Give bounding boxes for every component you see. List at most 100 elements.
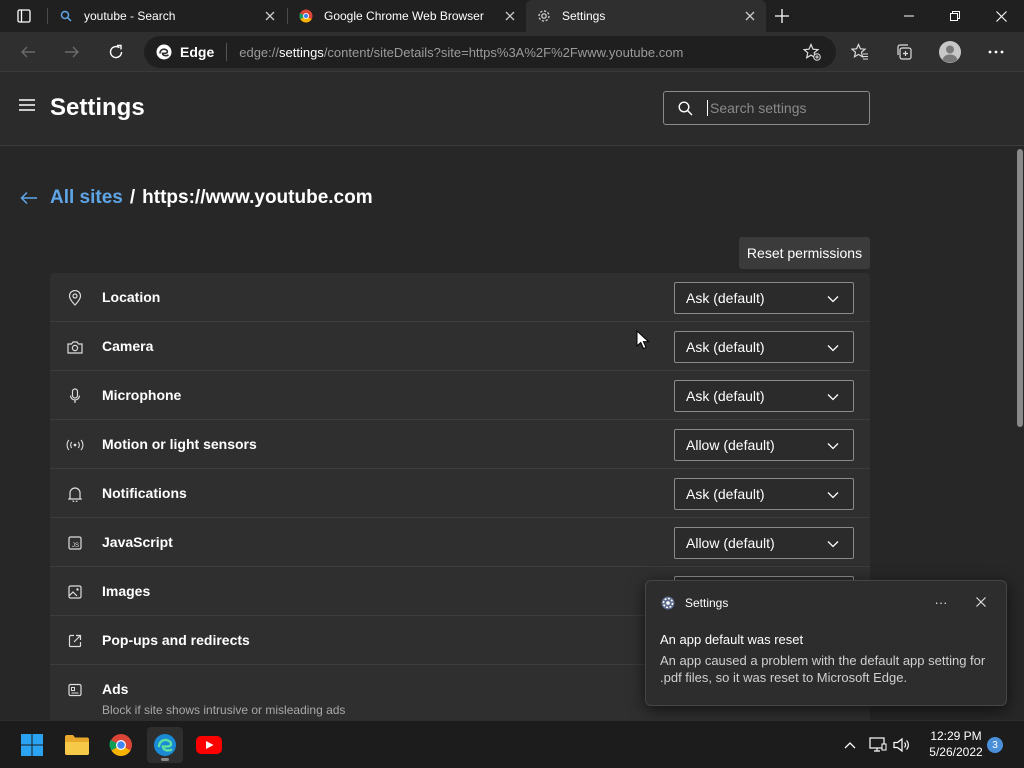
tab-youtube-search[interactable]: youtube - Search	[48, 0, 286, 32]
edge-label: Edge	[180, 44, 215, 60]
scrollbar[interactable]	[1015, 147, 1024, 720]
permission-label: Motion or light sensors	[102, 436, 257, 452]
notifications-permission-dropdown[interactable]: Ask (default)	[674, 478, 854, 510]
svg-text:JS: JS	[72, 543, 79, 549]
forward-button[interactable]	[58, 38, 86, 66]
taskbar-edge[interactable]	[147, 727, 183, 763]
more-menu-button[interactable]	[982, 38, 1010, 66]
arrow-right-icon	[65, 46, 79, 58]
menu-button[interactable]	[18, 98, 38, 118]
url-path: /content/siteDetails?site=https%3A%2F%2F…	[323, 44, 684, 60]
permission-description: Block if site shows intrusive or mislead…	[102, 703, 346, 717]
taskbar: 12:29 PM 5/26/2022 3	[0, 720, 1024, 768]
restore-button[interactable]	[932, 0, 978, 32]
tab-settings[interactable]: Settings	[526, 0, 766, 32]
taskbar-chrome[interactable]	[103, 727, 139, 763]
windows-logo-icon	[21, 734, 43, 756]
mouse-cursor-icon	[636, 330, 650, 350]
ads-icon	[66, 681, 84, 699]
breadcrumb-separator: /	[129, 187, 136, 208]
permission-label: Camera	[102, 338, 154, 354]
taskbar-youtube[interactable]	[191, 727, 227, 763]
tab-title: Google Chrome Web Browser	[324, 9, 484, 23]
microphone-icon	[66, 387, 84, 405]
network-status-button[interactable]	[868, 735, 888, 755]
url-host: settings	[279, 44, 324, 60]
back-button[interactable]	[14, 38, 42, 66]
notification-count-badge[interactable]: 3	[987, 737, 1003, 753]
add-favorite-button[interactable]	[798, 38, 826, 66]
image-icon	[66, 583, 84, 601]
chevron-up-icon	[844, 742, 856, 749]
location-pin-icon	[66, 289, 84, 307]
toast-app-name: Settings	[685, 596, 729, 610]
search-icon	[58, 8, 74, 24]
permission-label: Location	[102, 289, 161, 305]
arrow-left-icon	[21, 46, 35, 58]
permission-row-camera: Camera Ask (default)	[50, 322, 870, 371]
start-button[interactable]	[14, 727, 50, 763]
chevron-down-icon	[827, 541, 839, 548]
permission-label: Ads	[102, 681, 129, 697]
tab-google-chrome[interactable]: Google Chrome Web Browser	[288, 0, 526, 32]
javascript-icon: JS	[66, 534, 84, 552]
plus-icon	[775, 9, 789, 23]
dropdown-value: Ask (default)	[686, 486, 765, 502]
breadcrumb-current: https://www.youtube.com	[142, 187, 373, 208]
gear-icon	[536, 8, 552, 24]
taskbar-file-explorer[interactable]	[59, 727, 95, 763]
camera-permission-dropdown[interactable]: Ask (default)	[674, 331, 854, 363]
motion-sensors-permission-dropdown[interactable]: Allow (default)	[674, 429, 854, 461]
all-sites-link[interactable]: All sites	[50, 187, 123, 209]
microphone-permission-dropdown[interactable]: Ask (default)	[674, 380, 854, 412]
refresh-icon	[109, 44, 123, 59]
popup-icon	[66, 632, 84, 650]
show-hidden-icons-button[interactable]	[840, 735, 860, 755]
chevron-down-icon	[827, 345, 839, 352]
javascript-permission-dropdown[interactable]: Allow (default)	[674, 527, 854, 559]
scrollbar-thumb[interactable]	[1017, 149, 1023, 427]
back-arrow-button[interactable]	[18, 187, 40, 209]
close-icon	[995, 10, 1007, 22]
toast-notification[interactable]: Settings ··· An app default was reset An…	[645, 580, 1007, 706]
toast-more-button[interactable]: ···	[932, 593, 950, 611]
close-window-button[interactable]	[978, 0, 1024, 32]
permission-label: JavaScript	[102, 534, 173, 550]
profile-button[interactable]	[936, 38, 964, 66]
tab-actions-icon	[17, 9, 31, 23]
toast-body: An app caused a problem with the default…	[660, 653, 986, 685]
search-input[interactable]	[707, 100, 857, 116]
tab-strip: youtube - Search Google Chrome Web Brows…	[0, 0, 1024, 32]
taskbar-clock[interactable]: 12:29 PM 5/26/2022	[920, 728, 992, 760]
bell-icon	[66, 485, 84, 503]
chevron-down-icon	[827, 296, 839, 303]
permission-label: Microphone	[102, 387, 182, 403]
gear-icon	[661, 596, 675, 610]
location-permission-dropdown[interactable]: Ask (default)	[674, 282, 854, 314]
star-add-icon	[803, 43, 821, 61]
toast-close-button[interactable]	[972, 593, 990, 611]
chevron-down-icon	[827, 394, 839, 401]
folder-icon	[65, 735, 89, 755]
close-tab-icon[interactable]	[262, 8, 278, 24]
clock-date: 5/26/2022	[929, 745, 983, 759]
close-tab-icon[interactable]	[742, 8, 758, 24]
new-tab-button[interactable]	[770, 4, 794, 28]
reset-permissions-button[interactable]: Reset permissions	[739, 237, 870, 269]
restore-icon	[950, 11, 960, 21]
refresh-button[interactable]	[102, 38, 130, 66]
address-bar[interactable]: Edge edge://settings/content/siteDetails…	[144, 36, 836, 68]
collections-button[interactable]	[890, 38, 918, 66]
toast-title: An app default was reset	[660, 632, 804, 647]
close-tab-icon[interactable]	[502, 8, 518, 24]
permission-row-notifications: Notifications Ask (default)	[50, 469, 870, 518]
dropdown-value: Ask (default)	[686, 339, 765, 355]
favorites-button[interactable]	[846, 38, 874, 66]
chrome-icon	[109, 734, 132, 756]
permission-row-microphone: Microphone Ask (default)	[50, 371, 870, 420]
volume-button[interactable]	[892, 735, 912, 755]
breadcrumb: All sites / https://www.youtube.com	[18, 187, 373, 209]
tab-actions-button[interactable]	[8, 6, 40, 26]
search-settings-box[interactable]	[663, 91, 870, 125]
minimize-button[interactable]	[886, 0, 932, 32]
